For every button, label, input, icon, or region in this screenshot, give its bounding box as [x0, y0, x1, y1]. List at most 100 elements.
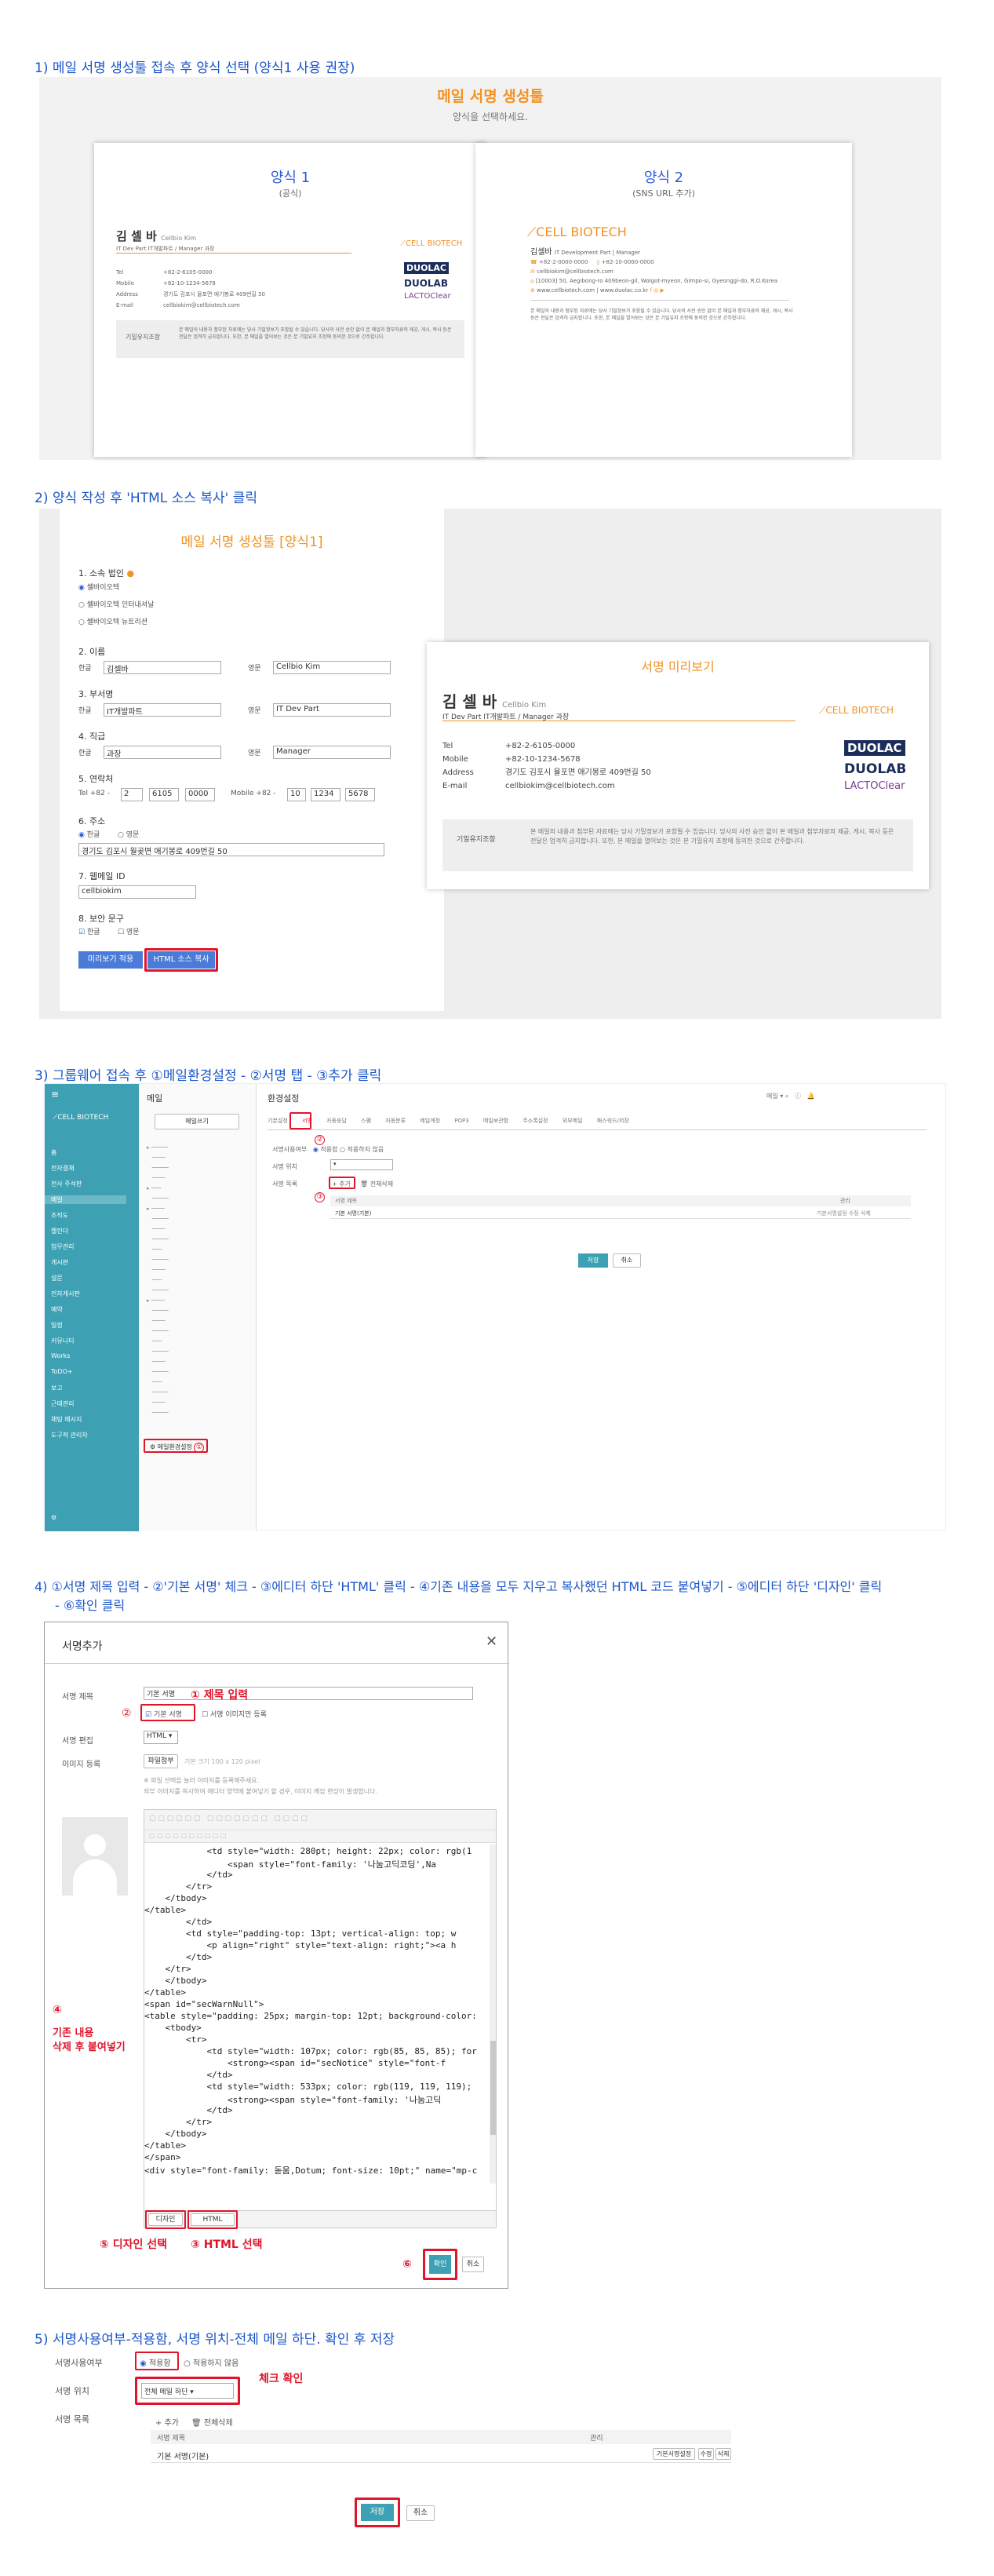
step2-panel: 메일 서명 생성툴 [양식1] 1. 소속 법인 ● ◉ 쎌바이오텍 ○ 쎌바이… — [39, 509, 941, 1019]
gw-list-row[interactable]: 기본 서명(기본) 기본서명설정 수정 삭제 — [330, 1208, 911, 1219]
tel-2-input[interactable]: 6105 — [149, 788, 179, 801]
gw-side-item[interactable]: 보고 — [51, 1384, 63, 1392]
gw-sidebar-footer: ⚙ — [51, 1514, 57, 1521]
s5-list-row[interactable]: 기본 서명(기본) 기본서명설정 수정 삭제 — [151, 2446, 731, 2463]
mobile-2-input[interactable]: 1234 — [311, 788, 340, 801]
gw-side-item[interactable]: 홈 — [51, 1148, 56, 1157]
tab-autosort[interactable]: 자동분류 — [385, 1118, 406, 1124]
tel-3-input[interactable]: 0000 — [185, 788, 215, 801]
html-code-area[interactable]: <td style="width: 280pt; height: 22px; c… — [144, 1844, 490, 2182]
annotation-4-text2: 삭제 후 붙여넣기 — [53, 2041, 126, 2053]
s5-list-header: 서명 제목 관리 — [151, 2430, 731, 2444]
pos-kor-input[interactable]: 과장 — [104, 746, 221, 759]
modal-file-button[interactable]: 파일첨부 — [144, 1754, 178, 1768]
gw-side-item[interactable]: 일정 — [51, 1321, 63, 1330]
tab-pop3[interactable]: POP3 — [454, 1118, 468, 1124]
gw-sig-pos-select[interactable]: ▾ — [330, 1159, 393, 1170]
tab-spam[interactable]: 스팸 — [361, 1118, 371, 1124]
q6-kor-radio[interactable]: ◉ 한글 — [78, 829, 100, 839]
code-line: <table style="padding: 25px; margin-top:… — [144, 2011, 477, 2021]
gw-side-item[interactable]: Works — [51, 1352, 70, 1359]
gw-top-bar[interactable]: 메일 ▾ ⌕ ⓘ 🔔 — [766, 1092, 815, 1100]
s5-check-note: 체크 확인 — [259, 2373, 304, 2385]
gw-side-item[interactable]: 전자게시판 — [51, 1290, 80, 1298]
dept-kor-input[interactable]: IT개발파트 — [104, 703, 221, 717]
q1-option-2[interactable]: ○ 쎌바이오텍 인터내셔날 — [78, 599, 154, 609]
step2-heading: 2) 양식 작성 후 'HTML 소스 복사' 클릭 — [35, 491, 257, 506]
name-eng-input[interactable]: Cellbio Kim — [273, 661, 391, 674]
preview-title: 서명 미리보기 — [641, 659, 715, 674]
gw-write-button[interactable]: 메일쓰기 — [155, 1114, 239, 1129]
address-input[interactable]: 경기도 김포시 월곶면 애기봉로 409번길 50 — [78, 843, 384, 856]
modal-image-only-check[interactable]: ☐ 서명 이미지만 등록 — [202, 1709, 267, 1719]
gw-side-item[interactable]: 전자결재 — [51, 1164, 74, 1173]
q8-kor-check[interactable]: ☑ 한글 — [78, 926, 100, 936]
s5-add-button[interactable]: + 추가 — [155, 2416, 179, 2428]
gw-tabs: 기본설정 서명 자동응답 스팸 자동분류 메일계정 POP3 메일보관함 주소록… — [268, 1117, 629, 1129]
tab-addressbook[interactable]: 주소록설정 — [522, 1118, 548, 1124]
q7-label: 7. 웹메일 ID — [78, 871, 126, 881]
html-editor[interactable]: ▢ ▢ ▢ ▢ ▢ ▢ ▢ ▢ ▢ ▢ ▢ ▢ ▢ ▢ ▢ ▢ ▢ ▢ ▢ ▢ … — [144, 1809, 497, 2211]
tab-password[interactable]: 패스워드/저장 — [597, 1118, 629, 1124]
modal-close-icon[interactable]: ✕ — [486, 1633, 497, 1650]
gw-menu-icon[interactable]: ≡ — [51, 1089, 59, 1100]
q1-option-1[interactable]: ◉ 쎌바이오텍 — [78, 582, 119, 592]
s5-edit-button[interactable]: 수정 — [698, 2448, 714, 2460]
tab-autoreply[interactable]: 자동응답 — [326, 1118, 347, 1124]
modal-header-line — [45, 1663, 509, 1664]
gw-mail-title: 메일 — [147, 1093, 163, 1104]
tel-1-input[interactable]: 2 — [121, 788, 143, 801]
gw-side-item[interactable]: 도구적 관리자 — [51, 1431, 88, 1439]
webmail-id-input[interactable]: cellbiokim — [78, 885, 196, 899]
gw-side-item[interactable]: 메일 — [45, 1195, 126, 1204]
q6-eng-radio[interactable]: ○ 영문 — [118, 829, 139, 839]
name-kor-input[interactable]: 김셀바 — [104, 661, 221, 674]
gw-side-item[interactable]: 커뮤니티 — [51, 1337, 74, 1345]
signature-modal: 서명추가 ✕ 서명 제목 기본 서명 ① 제목 입력 ② ☑ 기본 서명 ☐ 서… — [44, 1622, 509, 2289]
form2-subtitle: (SNS URL 추가) — [632, 188, 695, 199]
tab-account[interactable]: 메일계정 — [420, 1118, 440, 1124]
form1-card[interactable]: 양식 1 (공식) 김 셀 바 Cellbio Kim IT Dev Part … — [94, 143, 486, 457]
gw-cancel-button[interactable]: 취소 — [613, 1253, 641, 1268]
s5-cancel-button[interactable]: 취소 — [406, 2505, 435, 2521]
preview-button[interactable]: 미리보기 적용 — [78, 951, 143, 969]
dept-eng-input[interactable]: IT Dev Part — [273, 703, 391, 717]
preview-brand-duolab: DUOLAB — [844, 761, 907, 777]
modal-edit-select[interactable]: HTML ▾ — [144, 1731, 178, 1744]
s5-noapply-radio[interactable]: ○ 적용하지 않음 — [184, 2356, 238, 2368]
annotation-5: ⑤ 디자인 선택 — [100, 2238, 168, 2251]
editor-scrollbar[interactable] — [490, 1844, 496, 2184]
s5-default-button[interactable]: 기본서명설정 — [653, 2448, 695, 2460]
gw-side-item[interactable]: 게시판 — [51, 1258, 68, 1267]
mobile-3-input[interactable]: 5678 — [345, 788, 375, 801]
tab-basic[interactable]: 기본설정 — [268, 1118, 288, 1124]
tab-external[interactable]: 외부메일 — [563, 1118, 583, 1124]
pos-eng-input[interactable]: Manager — [273, 746, 391, 759]
q8-eng-check[interactable]: ☐ 영문 — [118, 926, 140, 936]
gw-mail-folder-list: ▸ ───── ──── ───── ──── ▸ ─── ───── ▸ ───… — [147, 1144, 169, 1416]
gw-side-item[interactable]: 캘린더 — [51, 1227, 68, 1235]
q1-option-3[interactable]: ○ 쎌바이오텍 뉴트리션 — [78, 616, 147, 626]
gw-side-item[interactable]: 설문 — [51, 1274, 63, 1283]
code-line: <p align="right" style="text-align: righ… — [144, 1940, 457, 1950]
gw-side-item[interactable]: 조직도 — [51, 1211, 68, 1220]
form1-editor: 메일 서명 생성툴 [양식1] 1. 소속 법인 ● ◉ 쎌바이오텍 ○ 쎌바이… — [60, 509, 444, 1011]
mobile-1-input[interactable]: 10 — [287, 788, 306, 801]
code-line: </tr> — [144, 1964, 191, 1974]
q2-eng-label: 영문 — [248, 665, 261, 673]
gw-side-item[interactable]: 근태관리 — [51, 1399, 74, 1408]
gw-side-item[interactable]: 예약 — [51, 1305, 63, 1314]
gw-side-item[interactable]: 업무관리 — [51, 1242, 74, 1251]
gw-side-item[interactable]: 전사 주석판 — [51, 1180, 82, 1188]
q5-label: 5. 연락처 — [78, 774, 114, 784]
gw-save-button[interactable]: 저장 — [578, 1253, 608, 1268]
s5-delete-all[interactable]: 🗑 전체삭제 — [191, 2416, 233, 2428]
tab-archive[interactable]: 메일보관함 — [483, 1118, 508, 1124]
gw-side-item[interactable]: ToDO+ — [51, 1368, 73, 1375]
gw-side-item[interactable]: 채팅 메시지 — [51, 1415, 82, 1424]
form2-card[interactable]: 양식 2 (SNS URL 추가) ⟋CELL BIOTECH 김셀바 IT D… — [475, 143, 852, 457]
gw-delete-all[interactable]: 🗑 전체삭제 — [360, 1180, 393, 1188]
code-line: </td> — [144, 1952, 213, 1962]
s5-delete-button[interactable]: 삭제 — [715, 2448, 731, 2460]
modal-cancel-button[interactable]: 취소 — [462, 2257, 484, 2272]
